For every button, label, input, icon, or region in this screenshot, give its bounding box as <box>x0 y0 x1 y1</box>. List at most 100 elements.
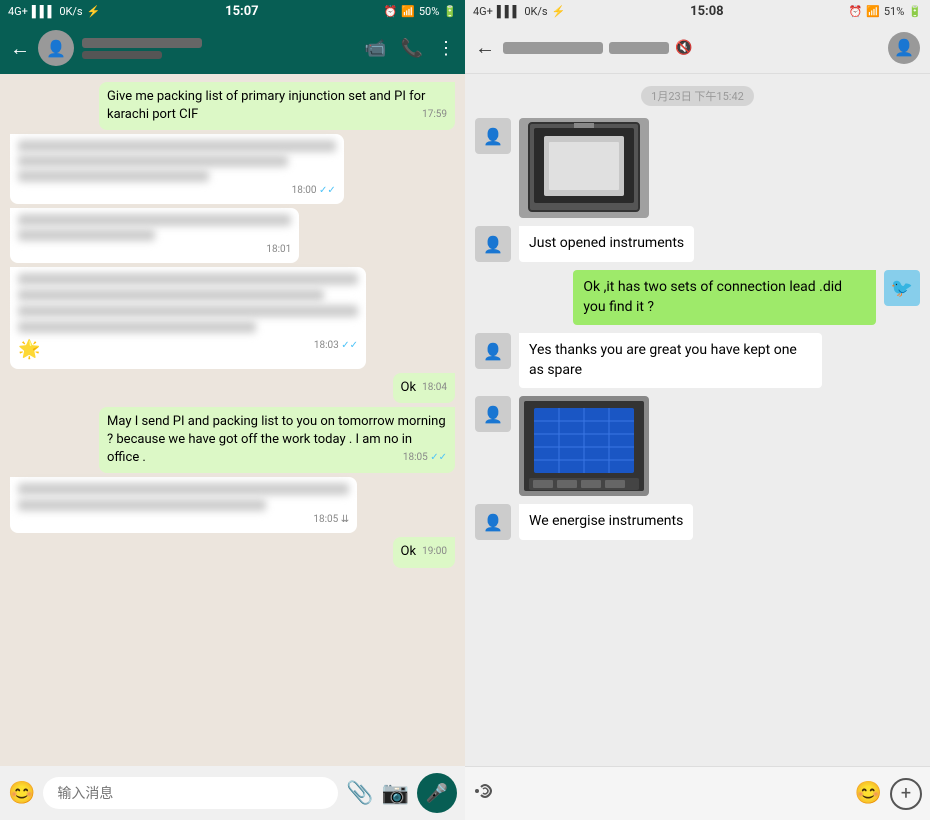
left-alarm-icon: ⏰ <box>383 5 397 18</box>
left-camera-button[interactable]: 📷 <box>382 781 409 806</box>
left-attach-button[interactable]: 📎 <box>346 781 373 806</box>
left-header-icons: 📹 📞 ⋮ <box>364 38 455 59</box>
right-msg-text-4: Yes thanks you are great you have kept o… <box>529 342 797 378</box>
message-time-5: 18:04 <box>422 381 447 395</box>
left-status-left: 4G+ ▌▌▌ 0K/s ⚡ <box>8 5 100 18</box>
left-input-bar: 😊 📎 📷 🎤 <box>0 766 465 820</box>
right-msg-text-2: Just opened instruments <box>529 235 684 251</box>
right-date-divider: 1月23日 下午15:42 <box>641 86 754 106</box>
right-plus-button[interactable]: + <box>890 778 922 810</box>
left-message-input[interactable] <box>43 777 338 809</box>
right-input-bar: 😊 + <box>465 766 930 820</box>
right-wifi-icon: 📶 <box>866 5 880 18</box>
right-status-left: 4G+ ▌▌▌ 0K/s ⚡ <box>473 5 565 18</box>
message-outgoing-5: Ok 18:04 <box>393 373 455 403</box>
message-text-3 <box>18 214 291 226</box>
left-contact-name <box>82 38 202 48</box>
message-time-2: 18:00 ✓✓ <box>292 184 336 198</box>
message-incoming-2: 18:00 ✓✓ <box>10 134 344 204</box>
message-outgoing-8: Ok 19:00 <box>393 537 455 567</box>
right-contact-name-blur <box>503 42 603 54</box>
right-msg-text-6: We energise instruments <box>529 513 683 529</box>
left-mic-icon: 🎤 <box>426 783 448 804</box>
right-person-icon-2: 👤 <box>483 235 503 254</box>
right-msg-avatar-3: 🐦 <box>884 270 920 306</box>
left-back-button[interactable]: ← <box>10 36 30 61</box>
right-msg-image-5 <box>519 396 649 496</box>
right-person-icon: 👤 <box>894 38 914 57</box>
message-time-6: 18:05 ✓✓ <box>403 451 447 465</box>
message-time-7: 18:05 ⇊ <box>313 513 349 527</box>
right-msg-row-5: 👤 <box>475 396 920 496</box>
right-usb-icon: ⚡ <box>552 5 566 18</box>
right-contact-name-area: 🔇 <box>503 40 880 56</box>
right-msg-bubble-6: We energise instruments <box>519 504 693 540</box>
left-chat-panel: 4G+ ▌▌▌ 0K/s ⚡ 15:07 ⏰ 📶 50% 🔋 ← 👤 📹 📞 ⋮ <box>0 0 465 820</box>
right-msg-bubble-3: Ok ,it has two sets of connection lead .… <box>573 270 876 325</box>
right-person-icon-1: 👤 <box>483 127 503 146</box>
message-text-4d <box>18 321 256 333</box>
message-text-2 <box>18 140 336 152</box>
right-msg-avatar-4: 👤 <box>475 333 511 369</box>
message-text-2c <box>18 170 209 182</box>
right-chat-panel: 4G+ ▌▌▌ 0K/s ⚡ 15:08 ⏰ 📶 51% 🔋 ← 🔇 👤 1月2… <box>465 0 930 820</box>
right-voice-button[interactable] <box>473 779 497 809</box>
message-text-3b <box>18 229 155 241</box>
right-contact-avatar: 👤 <box>888 32 920 64</box>
message-text-7b <box>18 499 266 511</box>
message-time-8: 19:00 <box>422 545 447 559</box>
right-msg-text-3: Ok ,it has two sets of connection lead .… <box>583 279 842 315</box>
left-video-icon[interactable]: 📹 <box>364 38 386 59</box>
person-icon: 👤 <box>46 39 66 58</box>
left-battery: 50% <box>419 5 439 18</box>
message-text-5: Ok <box>401 380 417 395</box>
left-battery-icon: 🔋 <box>443 5 457 18</box>
right-emoji-button[interactable]: 😊 <box>855 781 882 806</box>
message-time-3: 18:01 <box>266 243 291 257</box>
message-text-7a <box>18 483 349 495</box>
right-msg-row-1: 👤 <box>475 118 920 218</box>
message-emoji-4: 🌟 <box>18 339 40 360</box>
right-back-button[interactable]: ← <box>475 35 495 60</box>
left-status-right: ⏰ 📶 50% 🔋 <box>383 5 457 18</box>
left-data-speed: 0K/s <box>59 5 82 18</box>
right-msg-bubble-4: Yes thanks you are great you have kept o… <box>519 333 822 388</box>
right-msg-avatar-2: 👤 <box>475 226 511 262</box>
message-text-1: Give me packing list of primary injuncti… <box>107 89 425 122</box>
left-mic-button[interactable]: 🎤 <box>417 773 457 813</box>
message-text-4b <box>18 289 324 301</box>
right-carrier: 4G+ <box>473 5 493 18</box>
left-carrier: 4G+ <box>8 5 28 18</box>
right-battery: 51% <box>884 5 904 18</box>
right-person-icon-4: 👤 <box>483 342 503 361</box>
left-chat-area: Give me packing list of primary injuncti… <box>0 74 465 766</box>
left-contact-info <box>82 38 356 59</box>
message-outgoing-1: Give me packing list of primary injuncti… <box>99 82 455 130</box>
left-contact-status <box>82 51 162 59</box>
left-contact-avatar: 👤 <box>38 30 74 66</box>
right-chat-area: 1月23日 下午15:42 👤 <box>465 74 930 766</box>
right-msg-avatar-6: 👤 <box>475 504 511 540</box>
right-person-icon-6: 👤 <box>483 513 503 532</box>
right-msg-image-1 <box>519 118 649 218</box>
right-time: 15:08 <box>690 4 724 19</box>
message-outgoing-6: May I send PI and packing list to you on… <box>99 407 455 474</box>
left-emoji-button[interactable]: 😊 <box>8 781 35 806</box>
right-alarm-icon: ⏰ <box>848 5 862 18</box>
message-text-4c <box>18 305 358 317</box>
left-usb-icon: ⚡ <box>87 5 101 18</box>
message-incoming-7: 18:05 ⇊ <box>10 477 357 533</box>
left-status-bar: 4G+ ▌▌▌ 0K/s ⚡ 15:07 ⏰ 📶 50% 🔋 <box>0 0 465 22</box>
right-signal: ▌▌▌ <box>497 5 520 18</box>
right-msg-row-2: 👤 Just opened instruments <box>475 226 920 262</box>
left-signal: ▌▌▌ <box>32 5 55 18</box>
left-call-icon[interactable]: 📞 <box>401 38 423 59</box>
right-msg-row-4: 👤 Yes thanks you are great you have kept… <box>475 333 920 388</box>
right-battery-icon: 🔋 <box>908 5 922 18</box>
right-data-speed: 0K/s <box>524 5 547 18</box>
right-mute-icon: 🔇 <box>675 40 692 56</box>
left-wifi-icon: 📶 <box>401 5 415 18</box>
message-incoming-3: 18:01 <box>10 208 299 263</box>
left-menu-icon[interactable]: ⋮ <box>437 38 455 59</box>
left-chat-header: ← 👤 📹 📞 ⋮ <box>0 22 465 74</box>
